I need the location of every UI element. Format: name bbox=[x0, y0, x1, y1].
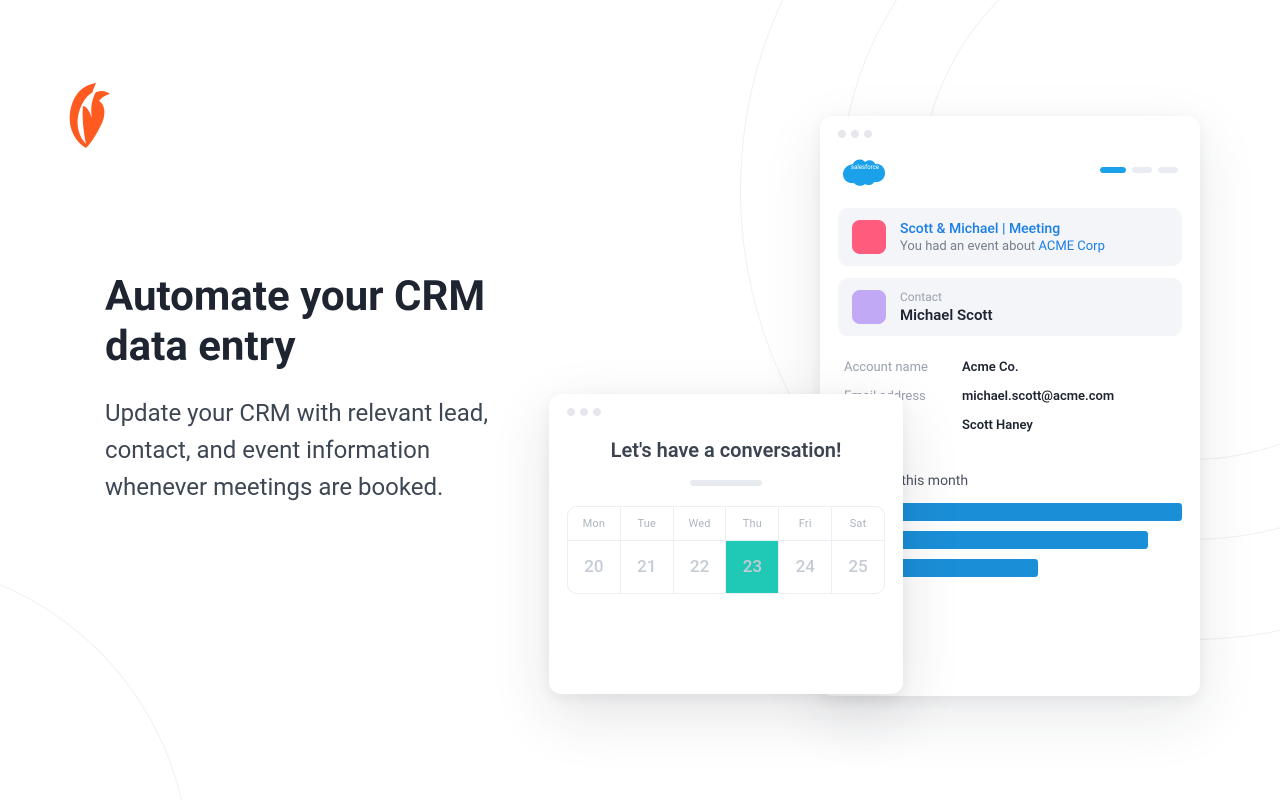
page-subtext: Update your CRM with relevant lead, cont… bbox=[105, 395, 525, 507]
event-color-swatch bbox=[852, 220, 886, 254]
day-header: Fri bbox=[779, 507, 832, 540]
salesforce-logo-text: salesforce bbox=[842, 164, 888, 171]
calendar-dates: 20 21 22 23 24 25 bbox=[568, 540, 884, 593]
contact-card[interactable]: Contact Michael Scott bbox=[838, 278, 1182, 336]
day-header: Mon bbox=[568, 507, 621, 540]
detail-value: michael.scott@acme.com bbox=[962, 389, 1114, 404]
day-header: Thu bbox=[726, 507, 779, 540]
window-controls bbox=[838, 130, 1182, 138]
detail-row: Account name Acme Co. bbox=[844, 360, 1176, 375]
salesforce-logo-icon: salesforce bbox=[842, 154, 888, 186]
headline-line-1: Automate your CRM bbox=[105, 272, 485, 321]
progress-pills bbox=[1100, 167, 1178, 173]
pill-active bbox=[1100, 167, 1126, 173]
calendar-title: Let's have a conversation! bbox=[567, 438, 885, 462]
date-cell[interactable]: 24 bbox=[779, 541, 832, 593]
contact-name: Michael Scott bbox=[900, 306, 993, 324]
day-header: Tue bbox=[621, 507, 674, 540]
event-subtitle: You had an event about ACME Corp bbox=[900, 239, 1105, 254]
day-header: Sat bbox=[832, 507, 884, 540]
date-cell-active[interactable]: 23 bbox=[726, 541, 779, 593]
window-controls bbox=[567, 408, 885, 416]
calendar-grid: Mon Tue Wed Thu Fri Sat 20 21 22 23 24 2… bbox=[567, 506, 885, 594]
pill-dim bbox=[1132, 167, 1152, 173]
calendar-handle bbox=[690, 480, 762, 486]
event-title: Scott & Michael | Meeting bbox=[900, 221, 1105, 237]
contact-color-swatch bbox=[852, 290, 886, 324]
day-header: Wed bbox=[674, 507, 727, 540]
crm-header: salesforce bbox=[838, 154, 1182, 186]
page-headline: Automate your CRM data entry bbox=[105, 272, 485, 371]
date-cell[interactable]: 20 bbox=[568, 541, 621, 593]
detail-label: Account name bbox=[844, 360, 944, 375]
detail-value: Acme Co. bbox=[962, 360, 1019, 375]
detail-value: Scott Haney bbox=[962, 418, 1033, 433]
event-account-link[interactable]: ACME Corp bbox=[1038, 239, 1104, 254]
bg-ring bbox=[0, 560, 190, 800]
headline-line-2: data entry bbox=[105, 322, 296, 371]
calendar-window: Let's have a conversation! Mon Tue Wed T… bbox=[549, 394, 903, 694]
date-cell[interactable]: 25 bbox=[832, 541, 884, 593]
pill-dim bbox=[1158, 167, 1178, 173]
calendar-day-headers: Mon Tue Wed Thu Fri Sat bbox=[568, 507, 884, 540]
brand-logo bbox=[56, 82, 116, 150]
event-card[interactable]: Scott & Michael | Meeting You had an eve… bbox=[838, 208, 1182, 266]
date-cell[interactable]: 22 bbox=[674, 541, 727, 593]
date-cell[interactable]: 21 bbox=[621, 541, 674, 593]
contact-label: Contact bbox=[900, 290, 993, 304]
